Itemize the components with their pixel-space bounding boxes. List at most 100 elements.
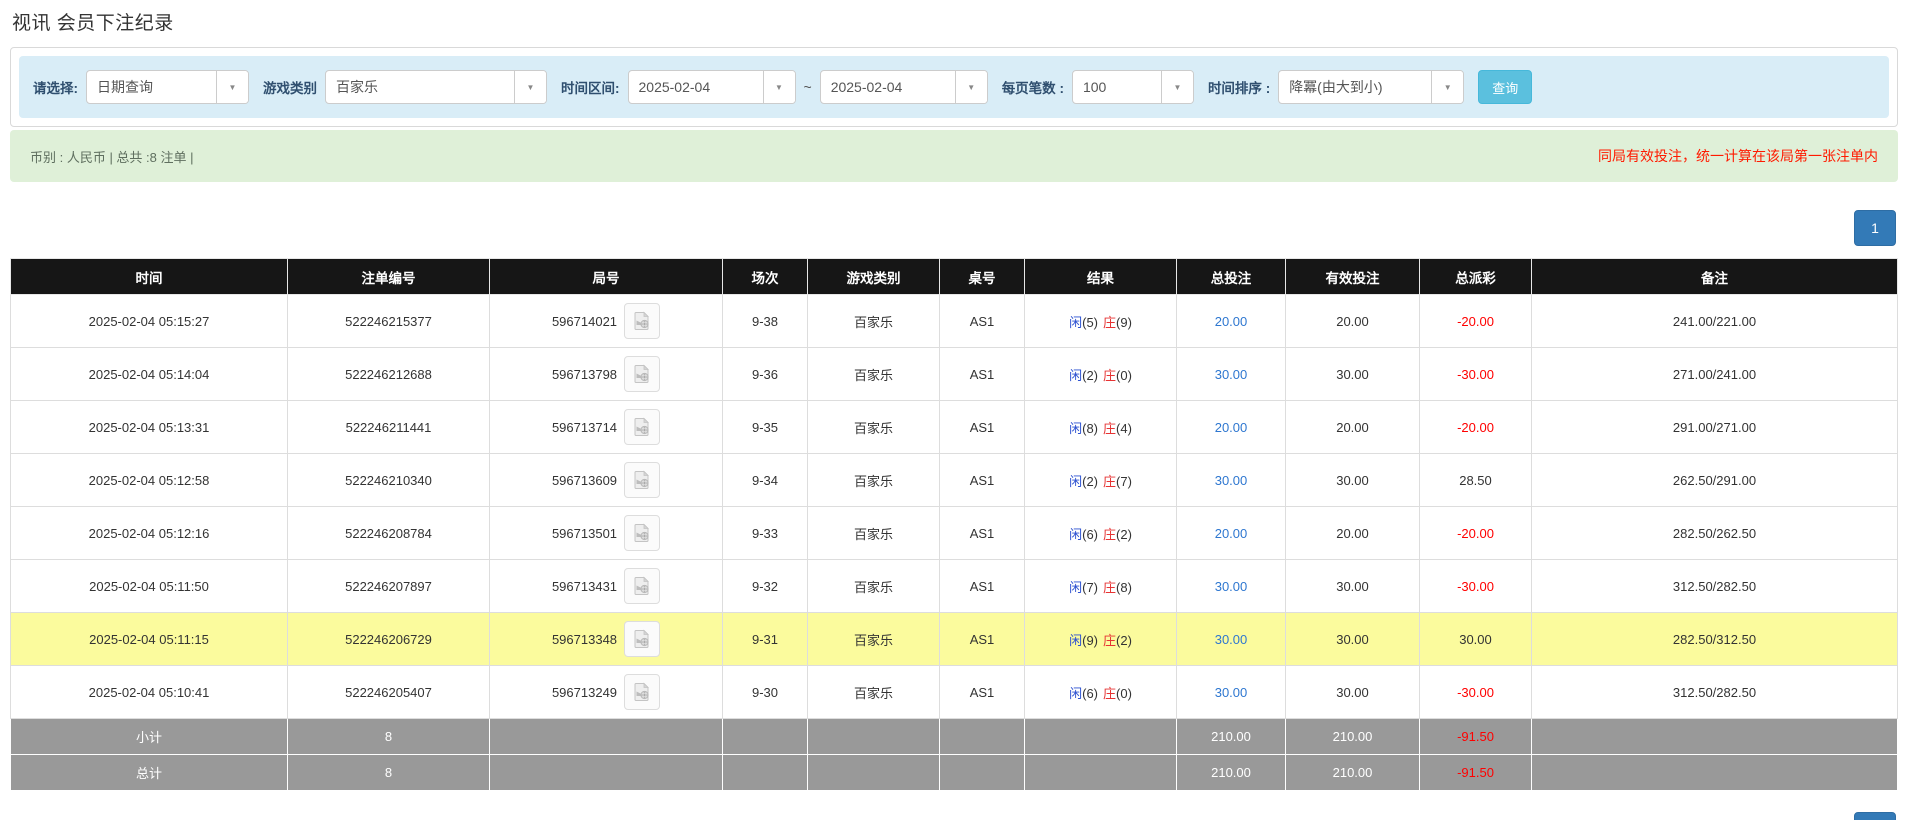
result-player-label: 闲 [1069,474,1082,489]
video-record-button[interactable] [624,356,660,392]
filter-panel: 请选择: 日期查询 ▼ 游戏类别 百家乐 ▼ 时间区间: 2025-02-04 … [10,47,1898,127]
cell-result: 闲(2)庄(7) [1025,454,1177,507]
page-button-1[interactable]: 1 [1854,210,1896,246]
video-record-button[interactable] [624,462,660,498]
cell-table-no: AS1 [940,348,1025,401]
page-button-1-bottom[interactable]: 1 [1854,812,1896,820]
total-bet-link[interactable]: 20.00 [1215,526,1248,541]
cell-payout: -30.00 [1420,666,1532,719]
cell-valid-bet: 30.00 [1286,560,1420,613]
date-range-group: 时间区间: 2025-02-04 ▼ ~ 2025-02-04 ▼ [561,70,988,104]
chevron-down-icon: ▼ [216,71,248,103]
search-button[interactable]: 查询 [1478,70,1532,104]
grand-total-row: 总计 8 210.00 210.00 -91.50 [11,755,1898,791]
video-record-icon [632,364,652,384]
cell-time: 2025-02-04 05:12:58 [11,454,288,507]
table-header-row: 时间 注单编号 局号 场次 游戏类别 桌号 结果 总投注 有效投注 总派彩 备注 [11,259,1898,295]
cell-table-no: AS1 [940,507,1025,560]
per-page-select[interactable]: 100 ▼ [1072,70,1194,104]
col-header-bet-no: 注单编号 [288,259,490,295]
sort-select[interactable]: 降冪(由大到小) ▼ [1278,70,1464,104]
video-record-button[interactable] [624,303,660,339]
subtotal-label: 小计 [11,719,288,755]
video-record-button[interactable] [624,568,660,604]
cell-round-no: 596713431 [552,579,617,594]
pagination-top: 1 [10,210,1898,246]
table-row: 2025-02-04 05:12:58 522246210340 5967136… [11,454,1898,507]
date-from-value: 2025-02-04 [629,71,763,103]
cell-payout: -20.00 [1420,507,1532,560]
query-type-group: 请选择: 日期查询 ▼ [33,70,249,104]
total-bet-link[interactable]: 30.00 [1215,473,1248,488]
total-bet-link[interactable]: 20.00 [1215,420,1248,435]
cell-result: 闲(9)庄(2) [1025,613,1177,666]
cell-note: 282.50/262.50 [1532,507,1898,560]
video-record-button[interactable] [624,621,660,657]
game-type-select[interactable]: 百家乐 ▼ [325,70,547,104]
result-player-points: (2) [1082,368,1098,383]
cell-session: 9-30 [723,666,808,719]
cell-game-type: 百家乐 [808,348,940,401]
filter-bar: 请选择: 日期查询 ▼ 游戏类别 百家乐 ▼ 时间区间: 2025-02-04 … [19,56,1889,118]
result-banker-points: (0) [1116,368,1132,383]
result-banker-points: (2) [1116,633,1132,648]
result-banker-points: (0) [1116,686,1132,701]
video-record-icon [632,682,652,702]
cell-game-type: 百家乐 [808,295,940,348]
cell-note: 262.50/291.00 [1532,454,1898,507]
date-from-select[interactable]: 2025-02-04 ▼ [628,70,796,104]
total-bet-link[interactable]: 30.00 [1215,632,1248,647]
chevron-down-icon: ▼ [763,71,795,103]
video-record-button[interactable] [624,515,660,551]
col-header-valid-bet: 有效投注 [1286,259,1420,295]
result-banker-label: 庄 [1103,368,1116,383]
video-record-icon [632,576,652,596]
cell-result: 闲(6)庄(2) [1025,507,1177,560]
total-bet-link[interactable]: 30.00 [1215,579,1248,594]
cell-bet-no: 522246207897 [288,560,490,613]
cell-valid-bet: 30.00 [1286,613,1420,666]
query-type-select[interactable]: 日期查询 ▼ [86,70,249,104]
cell-bet-no: 522246215377 [288,295,490,348]
per-page-label: 每页笔数 : [1002,77,1064,97]
cell-payout: 28.50 [1420,454,1532,507]
result-player-points: (5) [1082,315,1098,330]
grand-total-valid-bet: 210.00 [1286,755,1420,791]
table-row: 2025-02-04 05:10:41 522246205407 5967132… [11,666,1898,719]
date-to-select[interactable]: 2025-02-04 ▼ [820,70,988,104]
total-bet-link[interactable]: 30.00 [1215,367,1248,382]
cell-note: 241.00/221.00 [1532,295,1898,348]
col-header-total-bet: 总投注 [1177,259,1286,295]
total-bet-link[interactable]: 30.00 [1215,685,1248,700]
cell-time: 2025-02-04 05:10:41 [11,666,288,719]
cell-payout: -30.00 [1420,560,1532,613]
cell-result: 闲(8)庄(4) [1025,401,1177,454]
result-banker-label: 庄 [1103,315,1116,330]
table-row: 2025-02-04 05:15:27 522246215377 5967140… [11,295,1898,348]
cell-session: 9-35 [723,401,808,454]
date-range-label: 时间区间: [561,77,620,97]
cell-table-no: AS1 [940,613,1025,666]
cell-table-no: AS1 [940,295,1025,348]
cell-round-no: 596713609 [552,473,617,488]
cell-time: 2025-02-04 05:12:16 [11,507,288,560]
cell-note: 271.00/241.00 [1532,348,1898,401]
cell-game-type: 百家乐 [808,613,940,666]
chevron-down-icon: ▼ [1161,71,1193,103]
subtotal-row: 小计 8 210.00 210.00 -91.50 [11,719,1898,755]
result-banker-points: (2) [1116,527,1132,542]
total-bet-link[interactable]: 20.00 [1215,314,1248,329]
cell-session: 9-34 [723,454,808,507]
col-header-note: 备注 [1532,259,1898,295]
cell-valid-bet: 20.00 [1286,507,1420,560]
result-banker-points: (8) [1116,580,1132,595]
cell-session: 9-31 [723,613,808,666]
video-record-icon [632,417,652,437]
result-banker-label: 庄 [1103,686,1116,701]
col-header-table-no: 桌号 [940,259,1025,295]
video-record-button[interactable] [624,674,660,710]
cell-table-no: AS1 [940,666,1025,719]
grand-total-total-bet: 210.00 [1177,755,1286,791]
result-player-points: (6) [1082,686,1098,701]
video-record-button[interactable] [624,409,660,445]
